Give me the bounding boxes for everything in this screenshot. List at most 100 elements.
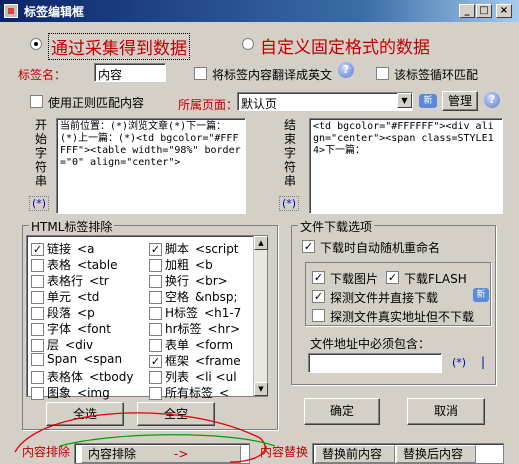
tag-list-item[interactable]: 加粗 <b xyxy=(149,256,213,272)
detect-download-checkbox[interactable]: ✓ xyxy=(312,290,325,303)
chevron-down-icon[interactable]: ▼ xyxy=(397,93,412,108)
tag-checkbox[interactable] xyxy=(31,339,44,352)
regex-label: 使用正则匹配内容 xyxy=(48,96,145,110)
mode-collect-label[interactable]: 通过采集得到数据 xyxy=(48,33,190,60)
start-char: 始 xyxy=(34,132,47,146)
tag-list-item[interactable]: 表格体 <tbody xyxy=(31,368,133,384)
tag-list-item[interactable]: 表格 <table xyxy=(31,256,117,272)
scroll-down-icon[interactable]: ▼ xyxy=(254,382,268,396)
loop-checkbox[interactable] xyxy=(376,67,389,80)
tag-checkbox[interactable] xyxy=(149,339,162,352)
must-contain-input[interactable] xyxy=(308,353,442,373)
tag-checkbox[interactable] xyxy=(149,275,162,288)
page-select-value: 默认页 xyxy=(241,97,278,111)
tag-list-item[interactable]: 换行 <br> xyxy=(149,272,228,288)
tag-item-code: <tbody xyxy=(89,370,134,384)
tag-list-item[interactable]: ✓ 脚本 <script xyxy=(149,240,239,256)
tag-checkbox[interactable] xyxy=(149,259,162,272)
end-wildcard-button[interactable]: (*) xyxy=(279,196,300,211)
tag-checkbox[interactable] xyxy=(31,387,44,400)
title-bar: 标签编辑框 _ □ × xyxy=(0,0,519,22)
real-address-checkbox[interactable] xyxy=(312,309,325,322)
scroll-up-icon[interactable]: ▲ xyxy=(254,236,268,250)
tag-list-item[interactable]: 表格行 <tr xyxy=(31,272,109,288)
must-contain-wildcard[interactable]: (*) xyxy=(452,356,466,369)
loop-label: 该标签循环匹配 xyxy=(394,68,479,82)
must-contain-cursor: | xyxy=(481,355,486,369)
tag-checkbox[interactable]: ✓ xyxy=(149,355,162,368)
tag-checkbox[interactable] xyxy=(149,291,162,304)
download-images-checkbox[interactable]: ✓ xyxy=(312,271,325,284)
end-string-textarea[interactable]: <td bgcolor="#FFFFFF"><div align="center… xyxy=(309,118,503,214)
tag-item-label: Span xyxy=(47,352,78,366)
tag-list-item[interactable]: 段落 <p xyxy=(31,304,95,320)
mode-custom-radio[interactable] xyxy=(242,38,254,50)
help-icon[interactable]: ? xyxy=(338,62,354,78)
new-icon[interactable]: 新 xyxy=(473,288,489,302)
tag-item-label: 单元 xyxy=(47,290,72,304)
maximize-button[interactable]: □ xyxy=(476,4,492,18)
select-none-button[interactable]: 全空 xyxy=(137,402,215,426)
tag-list-item[interactable]: ✓ 链接 <a xyxy=(31,240,94,256)
tag-list-item[interactable]: 单元 <td xyxy=(31,288,99,304)
tag-item-code: <li <ul xyxy=(195,370,237,384)
tag-checkbox[interactable] xyxy=(31,259,44,272)
tag-checkbox[interactable]: ✓ xyxy=(31,243,44,256)
window-title: 标签编辑框 xyxy=(24,5,85,19)
cancel-button[interactable]: 取消 xyxy=(407,398,485,425)
content-exclude-list[interactable]: 内容排除 -> xyxy=(74,443,250,464)
tag-checkbox[interactable] xyxy=(149,307,162,320)
start-string-textarea[interactable]: 当前位置：(*)浏览文章(*)下一篇：(*)上一篇：(*)<td bgcolor… xyxy=(56,118,246,214)
tag-list-item[interactable]: ✓ 框架 <frame xyxy=(149,352,241,368)
ok-button[interactable]: 确定 xyxy=(304,398,380,425)
tag-item-label: 段落 xyxy=(47,306,72,320)
tag-list-item[interactable]: 所有标签 < xyxy=(149,384,229,400)
tag-checkbox[interactable]: ✓ xyxy=(149,243,162,256)
tag-checkbox[interactable] xyxy=(31,371,44,384)
tag-list-item[interactable]: 字体 <font xyxy=(31,320,111,336)
html-exclude-list[interactable]: ✓ 链接 <a 表格 <table 表格行 <tr 单元 <td 段落 <p 字体 <font 层 <div… xyxy=(26,235,268,400)
mode-collect-radio[interactable] xyxy=(30,38,42,50)
tag-checkbox[interactable] xyxy=(149,323,162,336)
regex-checkbox[interactable] xyxy=(30,95,43,108)
close-button[interactable]: × xyxy=(496,4,512,18)
minimize-button[interactable]: _ xyxy=(459,4,475,18)
tag-checkbox[interactable] xyxy=(31,323,44,336)
tag-name-input[interactable]: 内容 xyxy=(94,63,166,82)
tag-list-item[interactable]: H标签 <h1-7 xyxy=(149,304,241,320)
tag-list-item[interactable]: 列表 <li <ul xyxy=(149,368,237,384)
tag-checkbox[interactable] xyxy=(31,307,44,320)
select-all-button[interactable]: 全选 xyxy=(46,402,124,426)
end-char: 结 xyxy=(283,118,296,132)
tag-item-label: 表格行 xyxy=(47,274,84,288)
start-wildcard-button[interactable]: (*) xyxy=(29,196,50,211)
tag-checkbox[interactable] xyxy=(31,353,44,366)
page-select[interactable]: 默认页 ▼ xyxy=(237,92,413,111)
tag-checkbox[interactable] xyxy=(31,291,44,304)
content-replace-label: 内容替换 xyxy=(260,445,309,459)
content-exclude-label: 内容排除 xyxy=(22,445,71,459)
end-char: 束 xyxy=(283,132,296,146)
tag-checkbox[interactable] xyxy=(149,371,162,384)
tag-list-item[interactable]: Span <span xyxy=(31,352,122,368)
tag-list-item[interactable]: 层 <div xyxy=(31,336,93,352)
mode-custom-label[interactable]: 自定义固定格式的数据 xyxy=(260,33,430,58)
tag-name-label: 标签名： xyxy=(18,68,67,82)
download-flash-checkbox[interactable]: ✓ xyxy=(386,271,399,284)
tag-list-item[interactable]: 表单 <form xyxy=(149,336,233,352)
tag-list-item[interactable]: 空格 &nbsp; xyxy=(149,288,238,304)
tag-item-label: 加粗 xyxy=(165,258,190,272)
tag-checkbox[interactable] xyxy=(149,387,162,400)
new-page-icon[interactable]: 新 xyxy=(419,94,437,108)
rename-checkbox[interactable]: ✓ xyxy=(302,240,315,253)
manage-button[interactable]: 管理 xyxy=(442,91,478,111)
scrollbar[interactable]: ▲ ▼ xyxy=(253,236,268,396)
tag-item-code: <span xyxy=(83,352,123,366)
help-icon[interactable]: ? xyxy=(484,92,500,108)
tag-list-item[interactable]: 图象 <img xyxy=(31,384,110,400)
tag-checkbox[interactable] xyxy=(31,275,44,288)
tag-list-item[interactable]: hr标签 <hr> xyxy=(149,320,240,336)
content-replace-list[interactable]: 替换前内容 替换后内容 xyxy=(312,443,504,464)
translate-checkbox[interactable] xyxy=(194,67,207,80)
end-string-label: 结 束 字 符 串 xyxy=(283,118,297,188)
